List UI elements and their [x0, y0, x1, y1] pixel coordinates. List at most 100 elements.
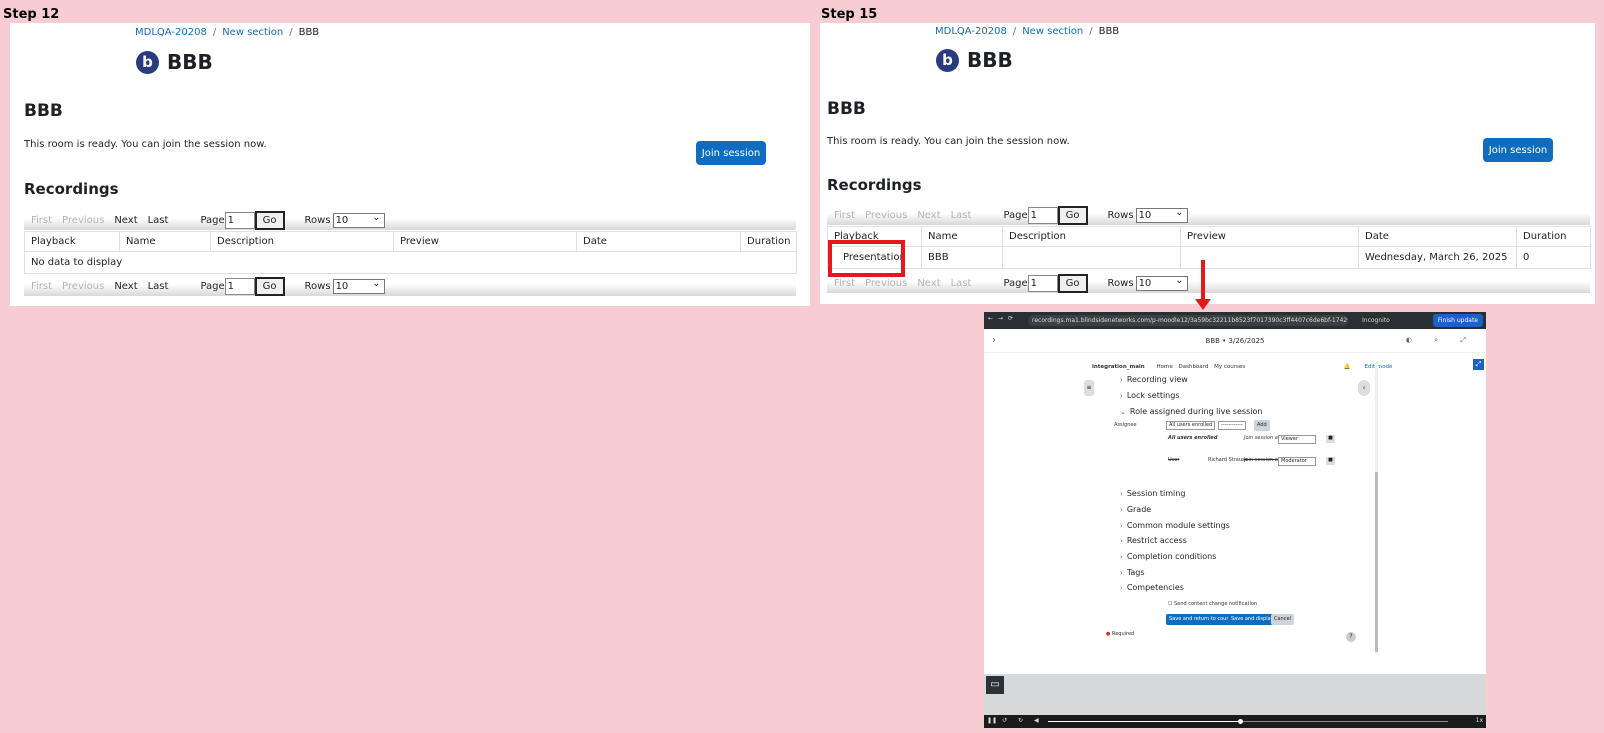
step-12-label: Step 12 — [3, 7, 60, 22]
pager-rows-label: Rows — [1107, 277, 1134, 289]
moodle-settings-capture: integration_main Home Dashboard My cours… — [1084, 364, 1392, 654]
column-playback[interactable]: Playback — [24, 231, 120, 252]
pager-page-input[interactable]: 1 — [1027, 206, 1058, 224]
pager-last[interactable]: Last — [951, 278, 972, 289]
pause-icon[interactable]: ❚❚ — [987, 717, 997, 724]
recording-description — [1002, 246, 1181, 269]
pager-previous[interactable]: Previous — [62, 281, 104, 292]
breadcrumb-section-link[interactable]: New section — [1022, 26, 1083, 37]
column-name[interactable]: Name — [119, 231, 211, 252]
forward-icon[interactable]: ↻ — [1018, 717, 1023, 724]
pager-next[interactable]: Next — [114, 281, 137, 292]
pager-first[interactable]: First — [834, 210, 855, 221]
add-role-button[interactable]: Add — [1254, 420, 1270, 431]
pager-go-button[interactable]: Go — [1057, 205, 1088, 225]
section-lock-settings[interactable]: › Lock settings — [1120, 391, 1180, 400]
pager-next[interactable]: Next — [114, 215, 137, 226]
column-preview[interactable]: Preview — [393, 231, 577, 252]
assignee-select-secondary[interactable]: ------------ — [1218, 421, 1246, 430]
section-completion-conditions[interactable]: › Completion conditions — [1120, 552, 1216, 561]
pager-last[interactable]: Last — [951, 210, 972, 221]
notify-checkbox-label[interactable]: ☐ Send content change notification — [1168, 601, 1257, 607]
pager-previous[interactable]: Previous — [865, 278, 907, 289]
delete-icon[interactable]: ■ — [1326, 435, 1335, 443]
section-restrict-access[interactable]: › Restrict access — [1120, 536, 1187, 545]
pager-go-button[interactable]: Go — [254, 210, 285, 230]
pager-page-input[interactable]: 1 — [224, 211, 255, 229]
activity-title: BBB — [167, 50, 213, 74]
save-return-button[interactable]: Save and return to course — [1166, 614, 1238, 625]
section-recording-view[interactable]: › Recording view — [1120, 375, 1188, 384]
pager-last[interactable]: Last — [148, 281, 169, 292]
breadcrumb-course-link[interactable]: MDLQA-20208 — [935, 26, 1007, 37]
recordings-table: Playback Name Description Preview Date D… — [24, 231, 797, 274]
pager-previous[interactable]: Previous — [62, 215, 104, 226]
column-description[interactable]: Description — [1002, 226, 1181, 247]
collapse-right-icon[interactable]: ‹ — [1358, 380, 1370, 396]
notifications-icon[interactable]: 🔔 — [1344, 364, 1351, 370]
pager-previous[interactable]: Previous — [865, 210, 907, 221]
delete-icon[interactable]: ■ — [1326, 457, 1335, 465]
column-duration[interactable]: Duration — [1516, 226, 1591, 247]
breadcrumb-section-link[interactable]: New section — [222, 27, 283, 38]
bigbluebutton-icon: b — [936, 48, 959, 72]
column-duration[interactable]: Duration — [740, 231, 797, 252]
page-scrollbar-thumb[interactable] — [1375, 472, 1378, 652]
section-tags[interactable]: › Tags — [1120, 568, 1145, 577]
playback-tool-icons[interactable]: ◐ ⌕ ⤢ — [1406, 336, 1476, 345]
pager-page-input[interactable]: 1 — [224, 277, 255, 295]
nav-my-courses[interactable]: My courses — [1214, 364, 1245, 370]
pager-first[interactable]: First — [31, 215, 52, 226]
pager-go-button[interactable]: Go — [254, 276, 285, 296]
pager-rows-select[interactable]: 10 — [332, 277, 385, 294]
pager-go-button[interactable]: Go — [1057, 273, 1088, 293]
edit-mode-label[interactable]: Edit mode — [1364, 364, 1392, 370]
recording-date: Wednesday, March 26, 2025 — [1358, 246, 1517, 269]
section-common-module-settings[interactable]: › Common module settings — [1120, 521, 1230, 530]
pager-next[interactable]: Next — [917, 278, 940, 289]
join-session-button[interactable]: Join session — [1483, 138, 1553, 162]
room-heading: BBB — [827, 99, 866, 119]
join-session-button[interactable]: Join session — [696, 141, 766, 165]
rewind-icon[interactable]: ↺ — [1002, 717, 1007, 724]
nav-home[interactable]: Home — [1156, 364, 1172, 370]
role-select-viewer[interactable]: Viewer — [1278, 435, 1316, 444]
column-preview[interactable]: Preview — [1180, 226, 1359, 247]
progress-handle[interactable] — [1238, 719, 1243, 724]
pager-last[interactable]: Last — [148, 215, 169, 226]
pager-first[interactable]: First — [834, 278, 855, 289]
role-select-moderator[interactable]: Moderator — [1278, 457, 1316, 466]
address-bar[interactable]: recordings.ma1.blindsidenetworks.com/p-m… — [1028, 315, 1348, 326]
column-description[interactable]: Description — [210, 231, 394, 252]
finish-update-button[interactable]: Finish update — [1432, 314, 1483, 327]
drawer-toggle-icon[interactable]: ≡ — [1084, 380, 1094, 396]
screenshare-icon[interactable]: ▭ — [986, 676, 1004, 694]
room-heading: BBB — [24, 101, 63, 121]
volume-icon[interactable]: ◀ — [1034, 717, 1039, 724]
pager-page-input[interactable]: 1 — [1027, 274, 1058, 292]
pager-rows-select[interactable]: 10 — [1135, 206, 1188, 223]
fullscreen-icon[interactable]: ⤢ — [1473, 359, 1484, 370]
pager-first[interactable]: First — [31, 281, 52, 292]
column-date[interactable]: Date — [1358, 226, 1517, 247]
save-display-button[interactable]: Save and display — [1228, 614, 1277, 625]
breadcrumb-course-link[interactable]: MDLQA-20208 — [135, 27, 207, 38]
help-icon[interactable]: ? — [1346, 632, 1356, 642]
assignee-select[interactable]: All users enrolled — [1166, 421, 1216, 430]
recording-duration: 0 — [1516, 246, 1591, 269]
pager-rows-select[interactable]: 10 — [1135, 274, 1188, 291]
recording-preview — [1180, 246, 1359, 269]
chevron-right-icon[interactable]: › — [992, 335, 996, 346]
playback-speed[interactable]: 1x — [1476, 717, 1483, 724]
pager-next[interactable]: Next — [917, 210, 940, 221]
column-date[interactable]: Date — [576, 231, 741, 252]
section-grade[interactable]: › Grade — [1120, 505, 1151, 514]
section-session-timing[interactable]: › Session timing — [1120, 489, 1185, 498]
pager-rows-select[interactable]: 10 — [332, 211, 385, 228]
section-role-assigned[interactable]: ⌄ Role assigned during live session — [1120, 407, 1262, 416]
cancel-button[interactable]: Cancel — [1271, 614, 1294, 625]
nav-dashboard[interactable]: Dashboard — [1178, 364, 1208, 370]
section-competencies[interactable]: › Competencies — [1120, 583, 1184, 592]
room-ready-text: This room is ready. You can join the ses… — [24, 139, 267, 150]
column-name[interactable]: Name — [921, 226, 1003, 247]
